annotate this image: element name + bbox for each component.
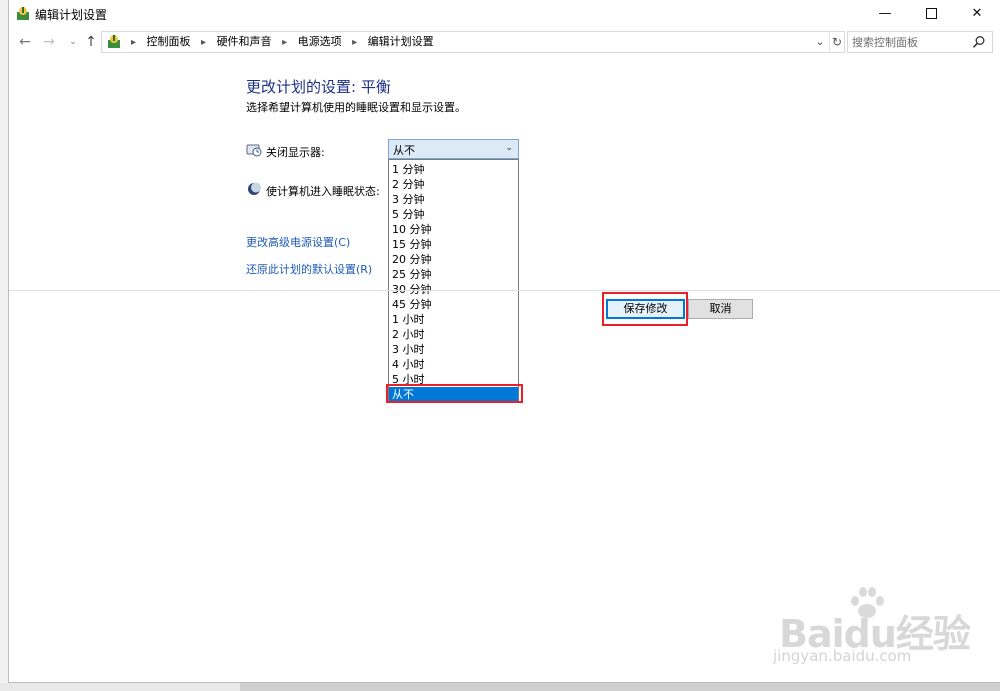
breadcrumb-separator-icon[interactable]: ▸ (201, 33, 206, 53)
title-bar: 编辑计划设置 — ✕ (9, 0, 1000, 28)
option-item[interactable]: 20 分钟 (389, 252, 518, 267)
moon-icon (248, 182, 261, 195)
option-item[interactable]: 4 小时 (389, 357, 518, 372)
option-item[interactable]: 5 分钟 (389, 207, 518, 222)
breadcrumb-separator-icon: ▸ (131, 37, 137, 48)
display-off-options-list[interactable]: 1 分钟 2 分钟 3 分钟 5 分钟 10 分钟 15 分钟 20 分钟 25… (388, 159, 519, 402)
restore-defaults-link[interactable]: 还原此计划的默认设置(R) (246, 261, 372, 277)
breadcrumb-control-panel[interactable]: 控制面板 (147, 35, 191, 48)
option-item[interactable]: 25 分钟 (389, 267, 518, 282)
chevron-down-icon: ⌄ (69, 37, 77, 47)
up-arrow-icon: ↑ (85, 34, 97, 50)
option-item[interactable]: 3 小时 (389, 342, 518, 357)
option-item[interactable]: 15 分钟 (389, 237, 518, 252)
breadcrumb-hardware-sound[interactable]: 硬件和声音 (217, 35, 272, 48)
option-item[interactable]: 2 小时 (389, 327, 518, 342)
forward-arrow-icon: → (43, 34, 55, 50)
sleep-label: 使计算机进入睡眠状态: (266, 185, 380, 198)
maximize-button[interactable] (908, 0, 954, 28)
back-button[interactable]: ← (17, 33, 33, 51)
display-off-select-value: 从不 (393, 144, 415, 157)
recent-locations-button[interactable]: ⌄ (65, 33, 81, 51)
breadcrumb: ▸ 控制面板 ▸ 硬件和声音 ▸ 电源选项 ▸ 编辑计划设置 (124, 32, 434, 52)
edit-plan-window: 编辑计划设置 — ✕ ← → ⌄ ↑ ▸ 控制面板 ▸ 硬件和声音 ▸ 电源选项… (8, 0, 1000, 683)
page-description: 选择希望计算机使用的睡眠设置和显示设置。 (246, 101, 466, 114)
address-dropdown-button[interactable]: ⌄ (813, 32, 827, 52)
option-item[interactable]: 3 分钟 (389, 192, 518, 207)
chevron-down-icon: ⌄ (815, 35, 825, 48)
forward-button[interactable]: → (41, 33, 57, 51)
chevron-down-icon: ⌄ (505, 143, 513, 153)
control-panel-icon (108, 35, 120, 48)
power-options-icon (17, 7, 29, 20)
refresh-button[interactable]: ↻ (829, 32, 844, 52)
maximize-icon (925, 8, 937, 19)
option-item[interactable]: 10 分钟 (389, 222, 518, 237)
watermark-url: jingyan.baidu.com (773, 647, 912, 665)
advanced-settings-link[interactable]: 更改高级电源设置(C) (246, 234, 350, 250)
navigation-bar: ← → ⌄ ↑ ▸ 控制面板 ▸ 硬件和声音 ▸ 电源选项 ▸ 编辑计划设置 ⌄… (9, 28, 1000, 56)
taskbar-strip (0, 683, 1000, 691)
up-button[interactable]: ↑ (83, 33, 99, 51)
divider (9, 290, 1000, 291)
address-bar[interactable]: ▸ 控制面板 ▸ 硬件和声音 ▸ 电源选项 ▸ 编辑计划设置 ⌄ ↻ (101, 31, 845, 53)
close-button[interactable]: ✕ (954, 0, 1000, 28)
option-item[interactable]: 2 分钟 (389, 177, 518, 192)
search-icon[interactable] (972, 35, 986, 49)
page-title: 更改计划的设置: 平衡 (246, 78, 391, 96)
display-off-select[interactable]: 从不 ⌄ (388, 139, 519, 159)
window-title: 编辑计划设置 (35, 8, 108, 22)
highlight-box-save (602, 292, 688, 326)
search-box (847, 31, 993, 53)
highlight-box-never-option (386, 384, 523, 403)
option-item[interactable]: 45 分钟 (389, 297, 518, 312)
breadcrumb-separator-icon[interactable]: ▸ (282, 33, 287, 53)
breadcrumb-power-options[interactable]: 电源选项 (298, 35, 342, 48)
option-item[interactable]: 1 分钟 (389, 162, 518, 177)
refresh-icon: ↻ (831, 35, 843, 49)
watermark: Baidu经验 jingyan.baidu.com (769, 585, 989, 675)
minimize-button[interactable]: — (862, 0, 908, 28)
back-arrow-icon: ← (19, 34, 31, 50)
display-off-label: 关闭显示器: (266, 146, 325, 159)
option-item[interactable]: 1 小时 (389, 312, 518, 327)
monitor-clock-icon (246, 144, 262, 157)
cancel-button[interactable]: 取消 (688, 299, 753, 319)
search-input[interactable] (852, 34, 964, 50)
breadcrumb-separator-icon[interactable]: ▸ (352, 33, 357, 53)
breadcrumb-edit-plan[interactable]: 编辑计划设置 (368, 35, 434, 48)
